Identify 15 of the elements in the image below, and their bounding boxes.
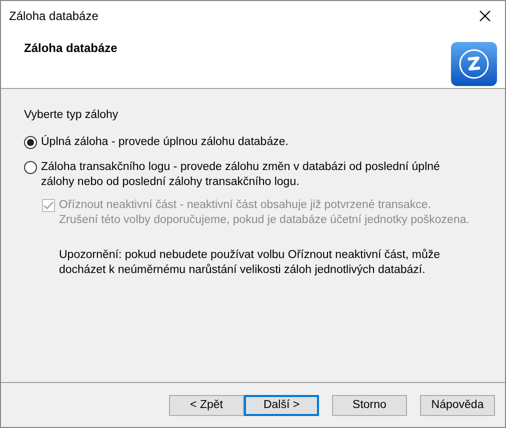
- close-icon: [479, 10, 491, 22]
- dialog-button[interactable]: Storno: [332, 394, 407, 416]
- dialog-button[interactable]: Nápověda: [420, 394, 495, 416]
- checkbox-label: Oříznout neaktivní část - neaktivní část obsahuje již potvrzené transakce. Zrušení této volby doporučujeme, pokud je databáze účetní jednotky poškozena.: [59, 198, 470, 228]
- app-logo-icon: [451, 42, 497, 86]
- radio-label: Úplná záloha - provede úplnou zálohu databáze.: [41, 135, 288, 150]
- prompt-label: Vyberte typ zálohy: [24, 108, 120, 123]
- dialog-button[interactable]: < Zpět: [169, 394, 244, 416]
- radio-button[interactable]: [24, 136, 37, 149]
- header-title: Záloha databáze: [24, 41, 118, 57]
- radio-label: Záloha transakčního logu - provede zálohu změn v databázi od poslední úplné zálohy nebo od poslední zálohy transakčního logu.: [41, 160, 440, 190]
- window-title: Záloha databáze: [9, 9, 98, 23]
- dialog-button[interactable]: Další >: [244, 394, 319, 416]
- radio-button[interactable]: [24, 161, 37, 174]
- warning-text: Upozornění: pokud nebudete používat volbu Oříznout neaktivní část, může docházet k neúměrnému narůstání velikosti záloh jednotlivých databází.: [59, 248, 440, 278]
